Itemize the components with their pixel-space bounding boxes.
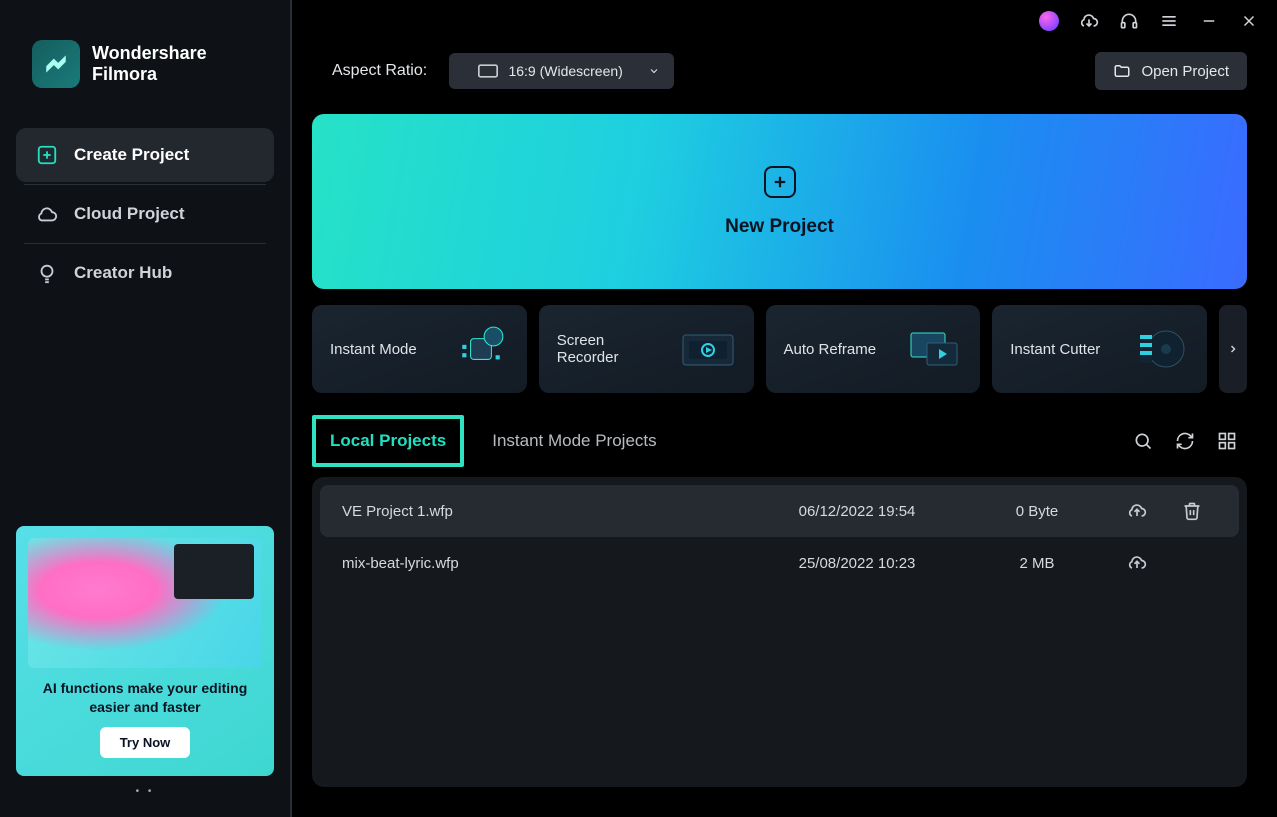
mode-instant-mode[interactable]: Instant Mode	[312, 305, 527, 393]
mode-screen-recorder[interactable]: Screen Recorder	[539, 305, 754, 393]
new-project-label: New Project	[725, 216, 834, 238]
app-title: Wondershare Filmora	[92, 43, 207, 84]
cloud-upload-icon[interactable]	[1107, 501, 1167, 521]
content: Aspect Ratio: 16:9 (Widescreen) Open Pro…	[292, 42, 1277, 817]
app-logo: Wondershare Filmora	[32, 40, 258, 88]
aspect-ratio-label: Aspect Ratio:	[332, 62, 427, 80]
logo-icon	[32, 40, 80, 88]
widescreen-icon	[478, 64, 498, 78]
sidebar-item-label: Cloud Project	[74, 204, 185, 224]
brand-line1: Wondershare	[92, 43, 207, 64]
carousel-dots[interactable]: • •	[16, 786, 274, 797]
promo-card[interactable]: AI functions make your editing easier an…	[16, 526, 274, 776]
open-project-button[interactable]: Open Project	[1095, 52, 1247, 90]
sidebar-item-label: Create Project	[74, 145, 189, 165]
mode-label: Instant Cutter	[1010, 341, 1100, 358]
menu-icon[interactable]	[1159, 11, 1179, 31]
project-row[interactable]: VE Project 1.wfp 06/12/2022 19:54 0 Byte	[320, 485, 1239, 537]
sidebar-item-creator-hub[interactable]: Creator Hub	[16, 246, 274, 300]
bulb-icon	[36, 262, 58, 284]
refresh-icon[interactable]	[1175, 431, 1195, 451]
project-tabs: Local Projects Instant Mode Projects	[312, 415, 1247, 467]
instant-cutter-icon	[1133, 321, 1189, 377]
minimize-icon[interactable]	[1199, 11, 1219, 31]
aspect-ratio-select[interactable]: 16:9 (Widescreen)	[449, 53, 674, 89]
project-size: 0 Byte	[967, 503, 1107, 520]
auto-reframe-icon	[906, 321, 962, 377]
new-project-button[interactable]: New Project	[312, 114, 1247, 289]
trash-icon[interactable]	[1167, 501, 1217, 521]
folder-icon	[1113, 62, 1131, 80]
main-area: Aspect Ratio: 16:9 (Widescreen) Open Pro…	[292, 0, 1277, 817]
project-list: VE Project 1.wfp 06/12/2022 19:54 0 Byte…	[312, 477, 1247, 787]
project-name: mix-beat-lyric.wfp	[342, 555, 747, 572]
project-row[interactable]: mix-beat-lyric.wfp 25/08/2022 10:23 2 MB	[320, 537, 1239, 589]
tab-instant-mode-projects[interactable]: Instant Mode Projects	[478, 419, 670, 463]
screen-recorder-icon	[680, 321, 735, 377]
sidebar-item-create-project[interactable]: Create Project	[16, 128, 274, 182]
chevron-down-icon	[648, 65, 660, 77]
aspect-row: Aspect Ratio: 16:9 (Widescreen) Open Pro…	[312, 52, 1247, 90]
mode-cards-row: Instant Mode Screen Recorder Auto Refram…	[312, 305, 1247, 393]
mode-label: Screen Recorder	[557, 332, 669, 366]
cloud-upload-icon[interactable]	[1107, 553, 1167, 573]
cloud-icon	[36, 203, 58, 225]
brand-line2: Filmora	[92, 64, 207, 85]
sidebar: Wondershare Filmora Create Project Cloud…	[0, 0, 290, 817]
close-icon[interactable]	[1239, 11, 1259, 31]
plus-icon	[764, 166, 796, 198]
divider	[24, 184, 266, 185]
sidebar-item-cloud-project[interactable]: Cloud Project	[16, 187, 274, 241]
mode-more-button[interactable]	[1219, 305, 1247, 393]
cloud-download-icon[interactable]	[1079, 11, 1099, 31]
promo-headline: AI functions make your editing easier an…	[30, 679, 260, 717]
project-name: VE Project 1.wfp	[342, 503, 747, 520]
sidebar-item-label: Creator Hub	[74, 263, 172, 283]
titlebar	[292, 0, 1277, 42]
project-size: 2 MB	[967, 555, 1107, 572]
promo-illustration	[28, 538, 262, 668]
plus-square-icon	[36, 144, 58, 166]
search-icon[interactable]	[1133, 431, 1153, 451]
mode-label: Instant Mode	[330, 341, 417, 358]
aspect-ratio-value: 16:9 (Widescreen)	[508, 63, 622, 79]
instant-mode-icon	[453, 321, 509, 377]
avatar-icon[interactable]	[1039, 11, 1059, 31]
headset-icon[interactable]	[1119, 11, 1139, 31]
grid-view-icon[interactable]	[1217, 431, 1237, 451]
tab-actions	[1133, 431, 1247, 451]
project-date: 25/08/2022 10:23	[747, 555, 967, 572]
divider	[24, 243, 266, 244]
open-project-label: Open Project	[1141, 63, 1229, 80]
tab-local-projects[interactable]: Local Projects	[312, 415, 464, 467]
chevron-right-icon	[1227, 343, 1239, 355]
project-date: 06/12/2022 19:54	[747, 503, 967, 520]
mode-instant-cutter[interactable]: Instant Cutter	[992, 305, 1207, 393]
mode-label: Auto Reframe	[784, 341, 877, 358]
promo-cta-button[interactable]: Try Now	[100, 727, 191, 758]
mode-auto-reframe[interactable]: Auto Reframe	[766, 305, 981, 393]
